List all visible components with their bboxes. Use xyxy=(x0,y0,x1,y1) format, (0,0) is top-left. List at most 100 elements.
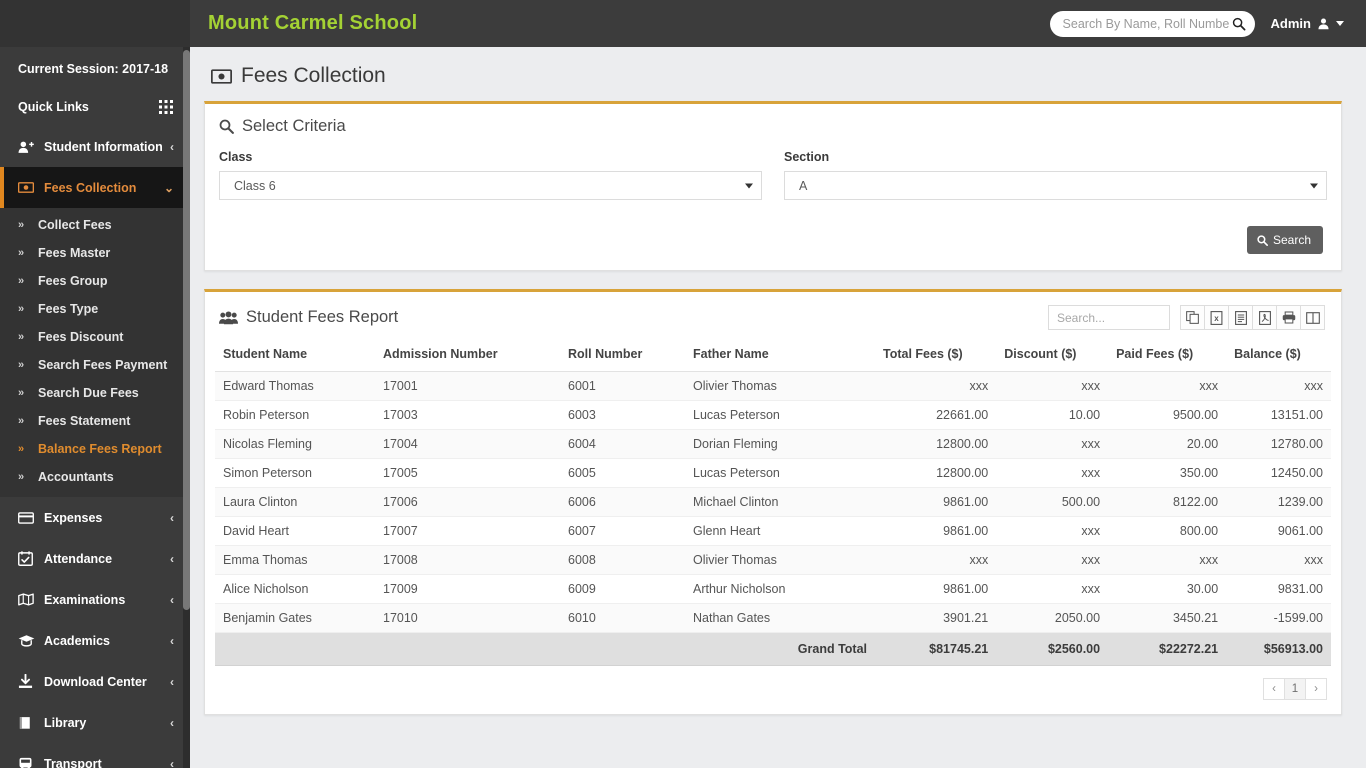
search-button[interactable]: Search xyxy=(1246,226,1323,254)
admin-menu[interactable]: Admin xyxy=(1271,16,1344,31)
sidebar-subitem-fees-statement[interactable]: » Fees Statement xyxy=(0,407,190,435)
sidebar-item-library[interactable]: Library ‹ xyxy=(0,702,190,743)
sidebar-subitem-label: Search Fees Payment xyxy=(38,358,168,372)
class-select[interactable]: Class 6 xyxy=(219,171,762,200)
sidebar-subitem-search-due-fees[interactable]: » Search Due Fees xyxy=(0,379,190,407)
table-search-input[interactable] xyxy=(1048,305,1170,330)
pagination-prev-button[interactable]: ‹ xyxy=(1263,678,1285,700)
table-header-row: Student Name Admission Number Roll Numbe… xyxy=(215,338,1331,372)
report-header: Student Fees Report x xyxy=(205,292,1341,338)
sidebar-scrollbar-thumb[interactable] xyxy=(183,50,190,610)
grand-total-row: Grand Total $81745.21 $2560.00 $22272.21… xyxy=(215,632,1331,666)
table-row[interactable]: Emma Thomas 17008 6008 Olivier Thomas xx… xyxy=(215,545,1331,575)
print-icon[interactable] xyxy=(1276,305,1301,330)
chevron-left-icon: ‹ xyxy=(170,756,174,768)
report-table-wrapper: Student Name Admission Number Roll Numbe… xyxy=(205,338,1341,666)
table-row[interactable]: Nicolas Fleming 17004 6004 Dorian Flemin… xyxy=(215,429,1331,459)
column-header-discount[interactable]: Discount ($) xyxy=(996,338,1109,372)
sidebar-item-expenses[interactable]: Expenses ‹ xyxy=(0,497,190,538)
sidebar-item-academics[interactable]: Academics ‹ xyxy=(0,620,190,661)
global-search-box[interactable] xyxy=(1049,10,1255,37)
column-header-total-fees[interactable]: Total Fees ($) xyxy=(875,338,997,372)
money-bill-icon xyxy=(211,68,232,84)
table-row[interactable]: Alice Nicholson 17009 6009 Arthur Nichol… xyxy=(215,574,1331,604)
sidebar-subitem-fees-group[interactable]: » Fees Group xyxy=(0,267,190,295)
sidebar-subitem-fees-master[interactable]: » Fees Master xyxy=(0,239,190,267)
cell-discount: xxx xyxy=(996,458,1109,488)
column-header-roll-number[interactable]: Roll Number xyxy=(560,338,685,372)
table-row[interactable]: Laura Clinton 17006 6006 Michael Clinton… xyxy=(215,487,1331,517)
section-select[interactable]: A xyxy=(784,171,1327,200)
pagination-next-button[interactable]: › xyxy=(1305,678,1327,700)
copy-icon[interactable] xyxy=(1180,305,1205,330)
svg-text:x: x xyxy=(1214,314,1219,323)
table-row[interactable]: Robin Peterson 17003 6003 Lucas Peterson… xyxy=(215,400,1331,430)
calendar-check-icon xyxy=(18,551,38,566)
cell-total-fees: xxx xyxy=(875,545,997,575)
cell-paid-fees: xxx xyxy=(1108,371,1227,401)
class-select-value: Class 6 xyxy=(234,178,276,193)
sidebar-item-fees-collection[interactable]: Fees Collection ⌄ xyxy=(0,167,190,208)
sidebar-subitem-collect-fees[interactable]: » Collect Fees xyxy=(0,211,190,239)
cell-roll-number: 6008 xyxy=(560,545,685,575)
cell-roll-number: 6005 xyxy=(560,458,685,488)
pagination-page-1[interactable]: 1 xyxy=(1284,678,1306,700)
cell-roll-number: 6006 xyxy=(560,487,685,517)
cell-admission-number: 17001 xyxy=(375,371,560,401)
cell-roll-number: 6010 xyxy=(560,603,685,633)
csv-icon[interactable] xyxy=(1228,305,1253,330)
chevron-left-icon: ‹ xyxy=(170,592,174,607)
sidebar-item-student-information[interactable]: Student Information ‹ xyxy=(0,126,190,167)
sidebar-subitem-label: Search Due Fees xyxy=(38,386,139,400)
sidebar-scrollbar[interactable] xyxy=(183,47,190,768)
grand-total-spacer-3 xyxy=(560,632,685,666)
columns-icon[interactable] xyxy=(1300,305,1325,330)
table-row[interactable]: Edward Thomas 17001 6001 Olivier Thomas … xyxy=(215,371,1331,401)
cell-discount: xxx xyxy=(996,545,1109,575)
select-criteria-header: Select Criteria xyxy=(205,104,1341,144)
grand-total-total-fees: $81745.21 xyxy=(875,632,997,666)
sidebar-item-download-center[interactable]: Download Center ‹ xyxy=(0,661,190,702)
page-title-text: Fees Collection xyxy=(241,64,386,87)
sidebar-item-transport[interactable]: Transport ‹ xyxy=(0,743,190,768)
main-content: Fees Collection Select Criteria Class Cl… xyxy=(190,47,1366,768)
sidebar-subitem-search-fees-payment[interactable]: » Search Fees Payment xyxy=(0,351,190,379)
sidebar-subitem-label: Fees Group xyxy=(38,274,108,288)
class-field-group: Class Class 6 xyxy=(219,150,762,200)
cell-student-name: Simon Peterson xyxy=(215,458,375,488)
column-header-student-name[interactable]: Student Name xyxy=(215,338,375,372)
sidebar-item-label: Library xyxy=(44,715,87,730)
sidebar-item-examinations[interactable]: Examinations ‹ xyxy=(0,579,190,620)
quick-links-row[interactable]: Quick Links xyxy=(0,90,190,126)
table-row[interactable]: Benjamin Gates 17010 6010 Nathan Gates 3… xyxy=(215,603,1331,633)
column-header-father-name[interactable]: Father Name xyxy=(685,338,875,372)
cell-total-fees: 3901.21 xyxy=(875,603,997,633)
table-row[interactable]: David Heart 17007 6007 Glenn Heart 9861.… xyxy=(215,516,1331,546)
double-chevron-icon: » xyxy=(18,303,25,315)
select-criteria-title: Select Criteria xyxy=(219,117,346,136)
column-header-balance[interactable]: Balance ($) xyxy=(1226,338,1331,372)
sidebar-item-attendance[interactable]: Attendance ‹ xyxy=(0,538,190,579)
cell-total-fees: 12800.00 xyxy=(875,458,997,488)
sidebar-subitem-accountants[interactable]: » Accountants xyxy=(0,463,190,491)
double-chevron-icon: » xyxy=(18,443,25,455)
sidebar-subitem-fees-discount[interactable]: » Fees Discount xyxy=(0,323,190,351)
table-row[interactable]: Simon Peterson 17005 6005 Lucas Peterson… xyxy=(215,458,1331,488)
chevron-down-icon xyxy=(745,183,753,188)
sidebar-subitem-balance-fees-report[interactable]: » Balance Fees Report xyxy=(0,435,190,463)
column-header-admission-number[interactable]: Admission Number xyxy=(375,338,560,372)
table-body: Edward Thomas 17001 6001 Olivier Thomas … xyxy=(215,371,1331,666)
sidebar: Current Session: 2017-18 Quick Links Stu… xyxy=(0,47,190,768)
column-header-paid-fees[interactable]: Paid Fees ($) xyxy=(1108,338,1227,372)
sidebar-subitem-label: Collect Fees xyxy=(38,218,112,232)
pdf-icon[interactable] xyxy=(1252,305,1277,330)
cell-admission-number: 17008 xyxy=(375,545,560,575)
grand-total-spacer-1 xyxy=(215,632,375,666)
grid-icon[interactable] xyxy=(159,100,173,114)
excel-icon[interactable]: x xyxy=(1204,305,1229,330)
sidebar-subitem-fees-type[interactable]: » Fees Type xyxy=(0,295,190,323)
global-search-input[interactable] xyxy=(1049,10,1255,37)
user-icon xyxy=(1318,18,1329,30)
section-select-value: A xyxy=(799,178,808,193)
money-bill-icon xyxy=(18,182,38,193)
